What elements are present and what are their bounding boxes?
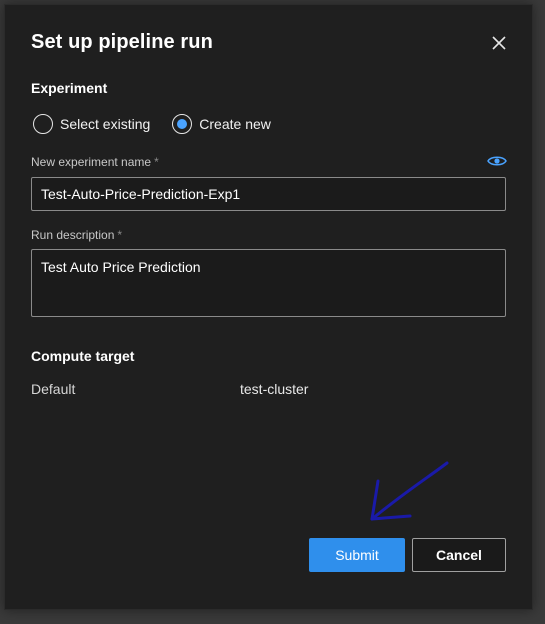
compute-target-heading: Compute target <box>31 348 135 364</box>
radio-selected-dot <box>177 119 188 129</box>
radio-create-new[interactable]: Create new <box>172 114 271 134</box>
pipeline-run-dialog: Set up pipeline run Experiment Select ex… <box>4 4 533 610</box>
compute-target-key: Default <box>31 381 76 397</box>
field-label-text: Run description <box>31 228 115 242</box>
radio-circle-selected[interactable] <box>172 114 193 134</box>
close-button[interactable] <box>485 29 513 57</box>
radio-label: Select existing <box>60 116 151 132</box>
compute-target-value: test-cluster <box>240 381 309 397</box>
run-description-label: Run description * <box>31 228 122 242</box>
experiment-heading: Experiment <box>31 80 108 96</box>
submit-button[interactable]: Submit <box>309 538 405 572</box>
dialog-title: Set up pipeline run <box>31 31 213 53</box>
run-description-input[interactable]: Test Auto Price Prediction <box>31 249 506 317</box>
new-experiment-name-label: New experiment name * <box>31 155 159 169</box>
radio-select-existing[interactable]: Select existing <box>33 114 150 134</box>
required-marker: * <box>117 228 123 242</box>
radio-label: Create new <box>199 116 271 132</box>
eye-icon[interactable] <box>487 154 507 168</box>
new-experiment-name-input[interactable] <box>31 177 506 211</box>
required-marker: * <box>154 155 159 169</box>
experiment-radio-group: Select existing Create new <box>33 114 293 134</box>
cancel-button[interactable]: Cancel <box>412 538 506 572</box>
close-icon <box>492 36 506 50</box>
field-label-text: New experiment name <box>31 155 152 169</box>
radio-circle[interactable] <box>33 114 53 134</box>
